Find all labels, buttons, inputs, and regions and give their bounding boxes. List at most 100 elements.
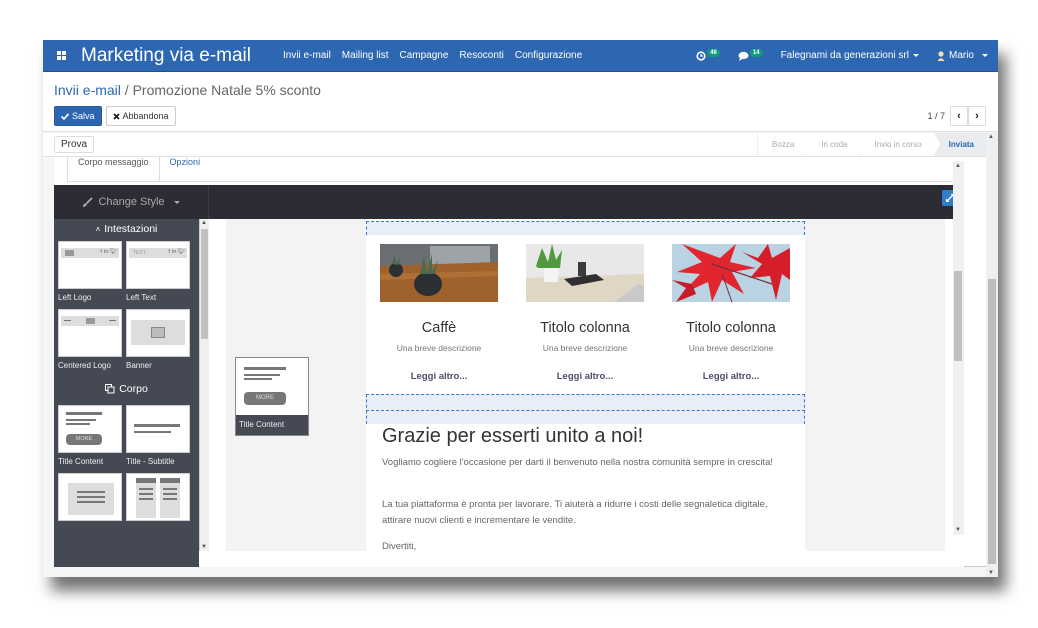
tabs-divider (67, 181, 964, 182)
menu-item-configurazione[interactable]: Configurazione (515, 50, 582, 61)
scroll-down-arrow-icon[interactable]: ▼ (955, 527, 961, 533)
apps-grid-icon[interactable] (47, 51, 75, 60)
change-style-button[interactable]: Change Style (54, 185, 209, 219)
notebook-tabs: Corpo messaggio Opzioni (67, 157, 211, 182)
scroll-down-arrow-icon[interactable]: ▼ (201, 544, 207, 550)
discard-button[interactable]: Abbandona (105, 106, 176, 126)
messages-button[interactable]: 14 (738, 48, 763, 61)
red-maple-leaves-image (672, 244, 790, 303)
snippet-label: Title Content (236, 415, 308, 435)
company-switcher[interactable]: Falegnami da generazioni srl (781, 50, 919, 61)
chevron-left-icon: ‹ (957, 110, 961, 122)
chat-bubble-icon (738, 51, 749, 61)
section-intestazioni[interactable]: ˄ Intestazioni (54, 219, 199, 239)
social-icons: f in 🐦︎ (168, 249, 185, 255)
scroll-up-arrow-icon[interactable]: ▲ (988, 134, 994, 140)
status-step-invio-in-corso[interactable]: Invio in corso (859, 133, 940, 156)
activities-button[interactable]: 46 (696, 48, 720, 61)
pager-previous-button[interactable]: ‹ (950, 106, 968, 126)
menu-item-mailing-list[interactable]: Mailing list (342, 50, 389, 61)
more-button-placeholder: MORE (244, 392, 286, 405)
breadcrumb: Invii e-mail / Promozione Natale 5% scon… (54, 82, 321, 98)
scrollbar-thumb[interactable] (988, 279, 996, 564)
read-more-link[interactable]: Leggi altro... (672, 371, 790, 382)
pager-value[interactable]: 1 / 7 (927, 111, 945, 121)
email-paragraph[interactable]: La tua piattaforma è pronta per lavorare… (382, 497, 792, 529)
snippet-thumbnail: f in 🐦︎ (58, 241, 122, 289)
app-title[interactable]: Marketing via e-mail (81, 45, 251, 67)
email-heading[interactable]: Grazie per esserti unito a noi! (382, 425, 643, 448)
snippet-thumbnail (126, 405, 190, 453)
status-step-in-coda[interactable]: In coda (806, 133, 866, 156)
snippet-centered-logo[interactable]: Centered Logo (58, 309, 122, 375)
editor-toolbar: Change Style (54, 185, 964, 219)
more-button-placeholder: MORE (66, 434, 102, 445)
snippet-title-subtitle[interactable]: Title - Subtitle (126, 405, 190, 471)
snippet-thumbnail (58, 473, 122, 521)
text-placeholder: TEXT (133, 250, 146, 256)
top-navbar: Marketing via e-mail Invii e-mail Mailin… (43, 40, 998, 72)
email-column[interactable]: Caffè Una breve descrizione Leggi altro.… (380, 244, 498, 382)
snippet-banner[interactable]: Banner (126, 309, 190, 375)
scroll-up-arrow-icon[interactable]: ▲ (955, 163, 961, 169)
scroll-up-arrow-icon[interactable]: ▲ (201, 220, 207, 226)
snippet-label: Centered Logo (58, 361, 111, 370)
snippet-left-text[interactable]: TEXT f in 🐦︎ Left Text (126, 241, 190, 307)
read-more-link[interactable]: Leggi altro... (526, 371, 644, 382)
breadcrumb-current: Promozione Natale 5% sconto (132, 82, 321, 98)
snippet-thumbnail (126, 309, 190, 357)
scrollbar-thumb[interactable] (954, 271, 962, 361)
dragging-snippet-title-content[interactable]: MORE Title Content (235, 357, 309, 436)
section-corpo[interactable]: Corpo (54, 379, 199, 399)
user-menu[interactable]: Mario (937, 50, 988, 61)
page-scrollbar[interactable]: ▲ ▼ (986, 133, 998, 577)
pager: 1 / 7 ‹ › (927, 106, 986, 126)
pager-next-button[interactable]: › (968, 106, 986, 126)
tab-opzioni[interactable]: Opzioni (160, 157, 211, 173)
email-column[interactable]: Titolo colonna Una breve descrizione Leg… (672, 244, 790, 382)
status-step-inviata[interactable]: Inviata (933, 133, 986, 156)
snippet-label: Left Text (126, 293, 157, 302)
status-step-bozza[interactable]: Bozza (757, 133, 813, 156)
snippet-title-content[interactable]: MORE Title Content (58, 405, 122, 471)
drop-zone-middle[interactable] (366, 394, 805, 424)
activity-count-badge: 46 (707, 48, 720, 57)
menu-item-campagne[interactable]: Campagne (399, 50, 448, 61)
section-title: Intestazioni (104, 223, 158, 235)
scrollbar-thumb[interactable] (201, 229, 208, 339)
coffee-table-plant-image (380, 244, 498, 302)
canvas-scrollbar[interactable]: ▲ ▼ (953, 161, 964, 535)
form-header: Prova Bozza In coda Invio in corso Invia… (43, 133, 986, 157)
menu-item-invii-email[interactable]: Invii e-mail (283, 50, 331, 61)
snippet-label: Title - Subtitle (126, 457, 175, 466)
snippet-text-block[interactable] (58, 473, 122, 521)
double-chevron-up-icon: ˄ (95, 224, 101, 234)
menu-item-resoconti[interactable]: Resoconti (459, 50, 503, 61)
message-count-badge: 14 (749, 48, 763, 57)
caret-down-icon (912, 53, 919, 57)
drop-zone-top[interactable] (366, 221, 805, 235)
editor-canvas: MORE Title Content Caffè Una breve descr… (226, 219, 945, 551)
snippets-panel: ˄ Intestazioni f in 🐦︎ Left Logo TEXT f … (54, 219, 199, 567)
snippet-label: Left Logo (58, 293, 92, 302)
paintbrush-icon (83, 196, 94, 207)
column-title: Titolo colonna (540, 320, 630, 336)
test-button[interactable]: Prova (54, 136, 95, 153)
snippet-left-logo[interactable]: f in 🐦︎ Left Logo (58, 241, 122, 307)
read-more-link[interactable]: Leggi altro... (380, 371, 498, 382)
snippets-scrollbar[interactable]: ▲ ▼ (199, 219, 209, 551)
form-sheet: Corpo messaggio Opzioni Change Style ˄ I… (54, 157, 986, 567)
tab-corpo-messaggio[interactable]: Corpo messaggio (67, 157, 160, 182)
save-button[interactable]: Salva (54, 106, 102, 126)
email-paragraph[interactable]: Divertiti, (382, 539, 792, 551)
scroll-down-arrow-icon[interactable]: ▼ (988, 570, 994, 576)
change-style-label: Change Style (98, 196, 165, 208)
email-column[interactable]: Titolo colonna Una breve descrizione Leg… (526, 244, 644, 382)
snippet-two-columns[interactable] (126, 473, 190, 521)
snippet-label: Title Content (58, 457, 104, 466)
breadcrumb-parent[interactable]: Invii e-mail (54, 82, 121, 98)
image-placeholder-icon (65, 250, 74, 256)
snippet-thumbnail: TEXT f in 🐦︎ (126, 241, 190, 289)
snippet-thumbnail (58, 309, 122, 357)
email-paragraph[interactable]: Vogliamo cogliere l'occasione per darti … (382, 455, 792, 471)
